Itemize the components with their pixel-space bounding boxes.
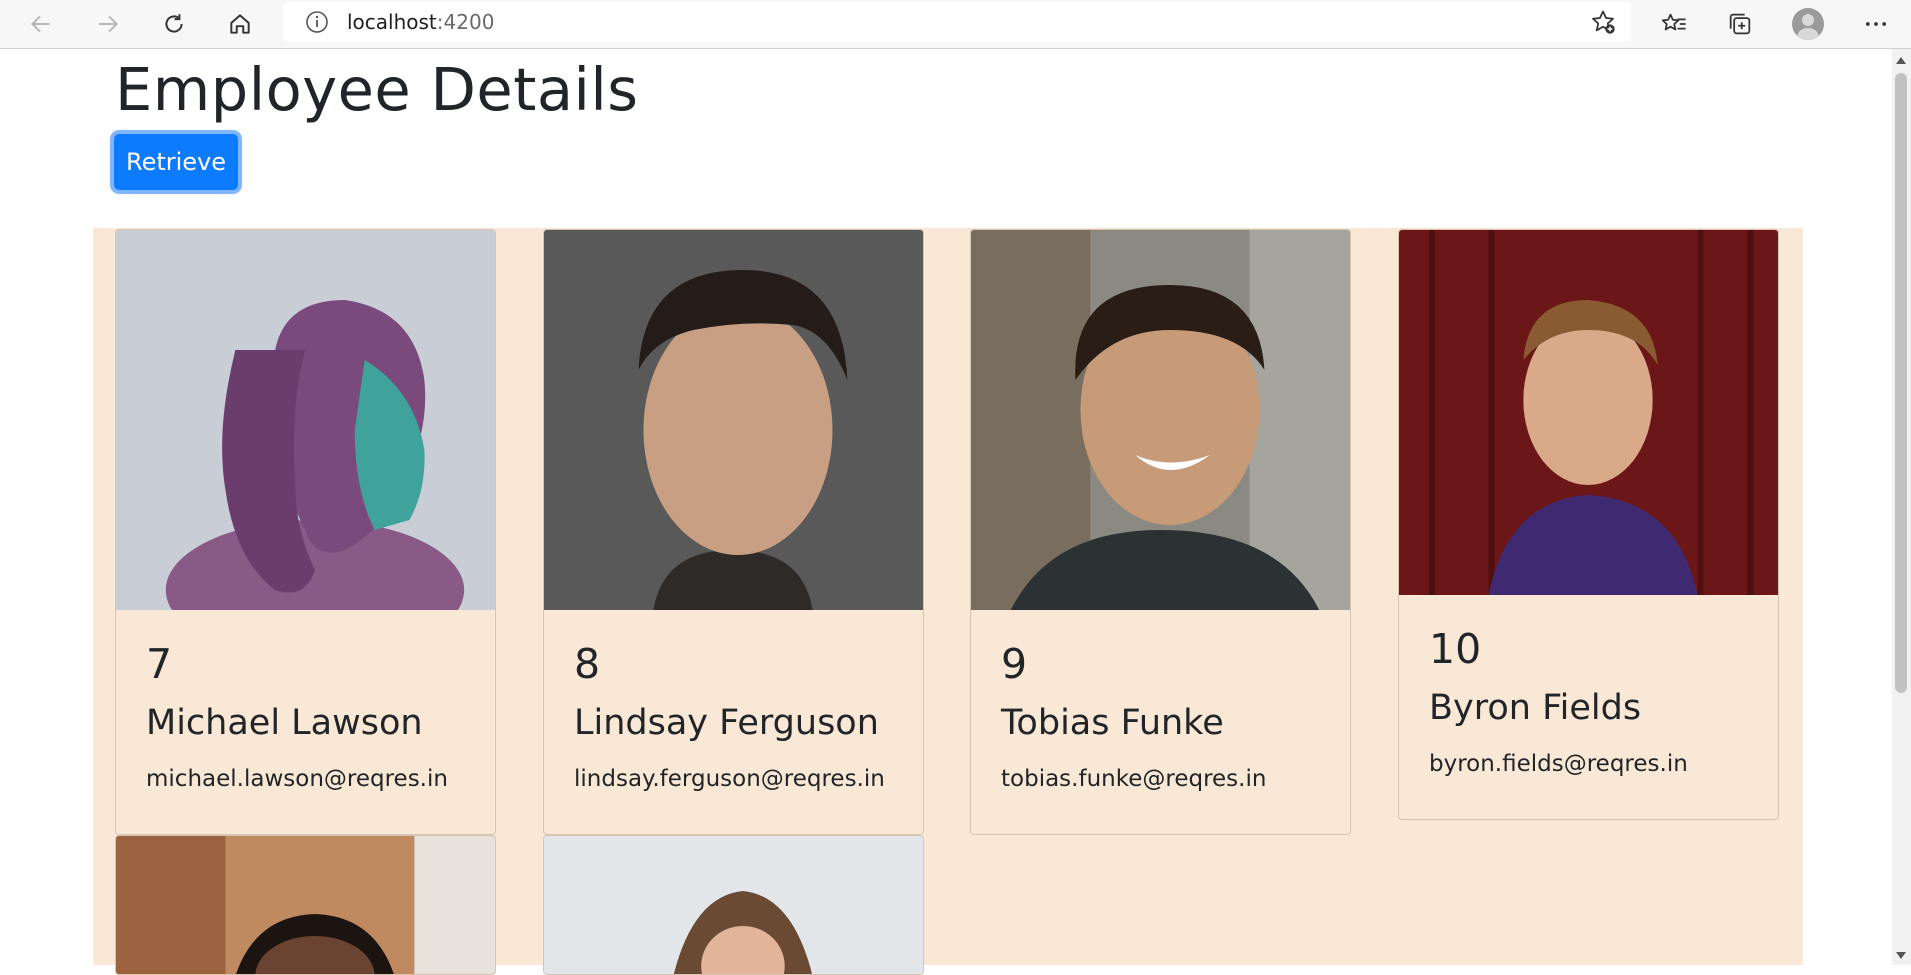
employee-photo [544, 836, 923, 974]
scroll-thumb[interactable] [1895, 73, 1907, 693]
employee-name: Byron Fields [1429, 688, 1642, 728]
employee-name: Tobias Funke [1001, 703, 1224, 743]
page-scrollbar[interactable] [1892, 49, 1911, 965]
employee-photo [971, 230, 1350, 610]
page-title: Employee Details [115, 55, 639, 124]
employee-name: Michael Lawson [146, 703, 423, 743]
employee-card: 7 Michael Lawson michael.lawson@reqres.i… [115, 229, 496, 835]
employee-photo [116, 230, 495, 610]
scroll-down-arrow-icon[interactable] [1896, 952, 1906, 959]
employee-card: 9 Tobias Funke tobias.funke@reqres.in [970, 229, 1351, 835]
back-icon[interactable] [21, 4, 61, 44]
employee-email: byron.fields@reqres.in [1429, 751, 1688, 777]
employee-card [543, 835, 924, 975]
employee-id: 10 [1429, 625, 1482, 673]
forward-icon[interactable] [88, 4, 128, 44]
profile-avatar[interactable] [1788, 4, 1828, 44]
info-icon[interactable] [305, 10, 329, 34]
home-icon[interactable] [220, 4, 260, 44]
retrieve-button[interactable]: Retrieve [114, 134, 238, 190]
employee-name: Lindsay Ferguson [574, 703, 879, 743]
employee-card: 10 Byron Fields byron.fields@reqres.in [1398, 229, 1779, 820]
employee-photo [1399, 230, 1778, 595]
employee-email: lindsay.ferguson@reqres.in [574, 766, 885, 792]
employee-photo [544, 230, 923, 610]
employee-id: 9 [1001, 640, 1028, 688]
scroll-up-arrow-icon[interactable] [1896, 57, 1906, 64]
add-favorite-icon[interactable] [1589, 8, 1617, 36]
employee-card: 8 Lindsay Ferguson lindsay.ferguson@reqr… [543, 229, 924, 835]
collections-icon[interactable] [1720, 4, 1760, 44]
favorites-icon[interactable] [1654, 4, 1694, 44]
employee-id: 8 [574, 640, 601, 688]
employee-photo [116, 836, 495, 974]
employee-card [115, 835, 496, 975]
employee-id: 7 [146, 640, 173, 688]
employee-email: tobias.funke@reqres.in [1001, 766, 1267, 792]
address-bar[interactable]: localhost:4200 [283, 2, 1631, 42]
more-icon[interactable] [1856, 4, 1896, 44]
employee-email: michael.lawson@reqres.in [146, 766, 448, 792]
refresh-icon[interactable] [154, 4, 194, 44]
url-text[interactable]: localhost:4200 [347, 10, 494, 34]
browser-toolbar: localhost:4200 [0, 0, 1911, 49]
